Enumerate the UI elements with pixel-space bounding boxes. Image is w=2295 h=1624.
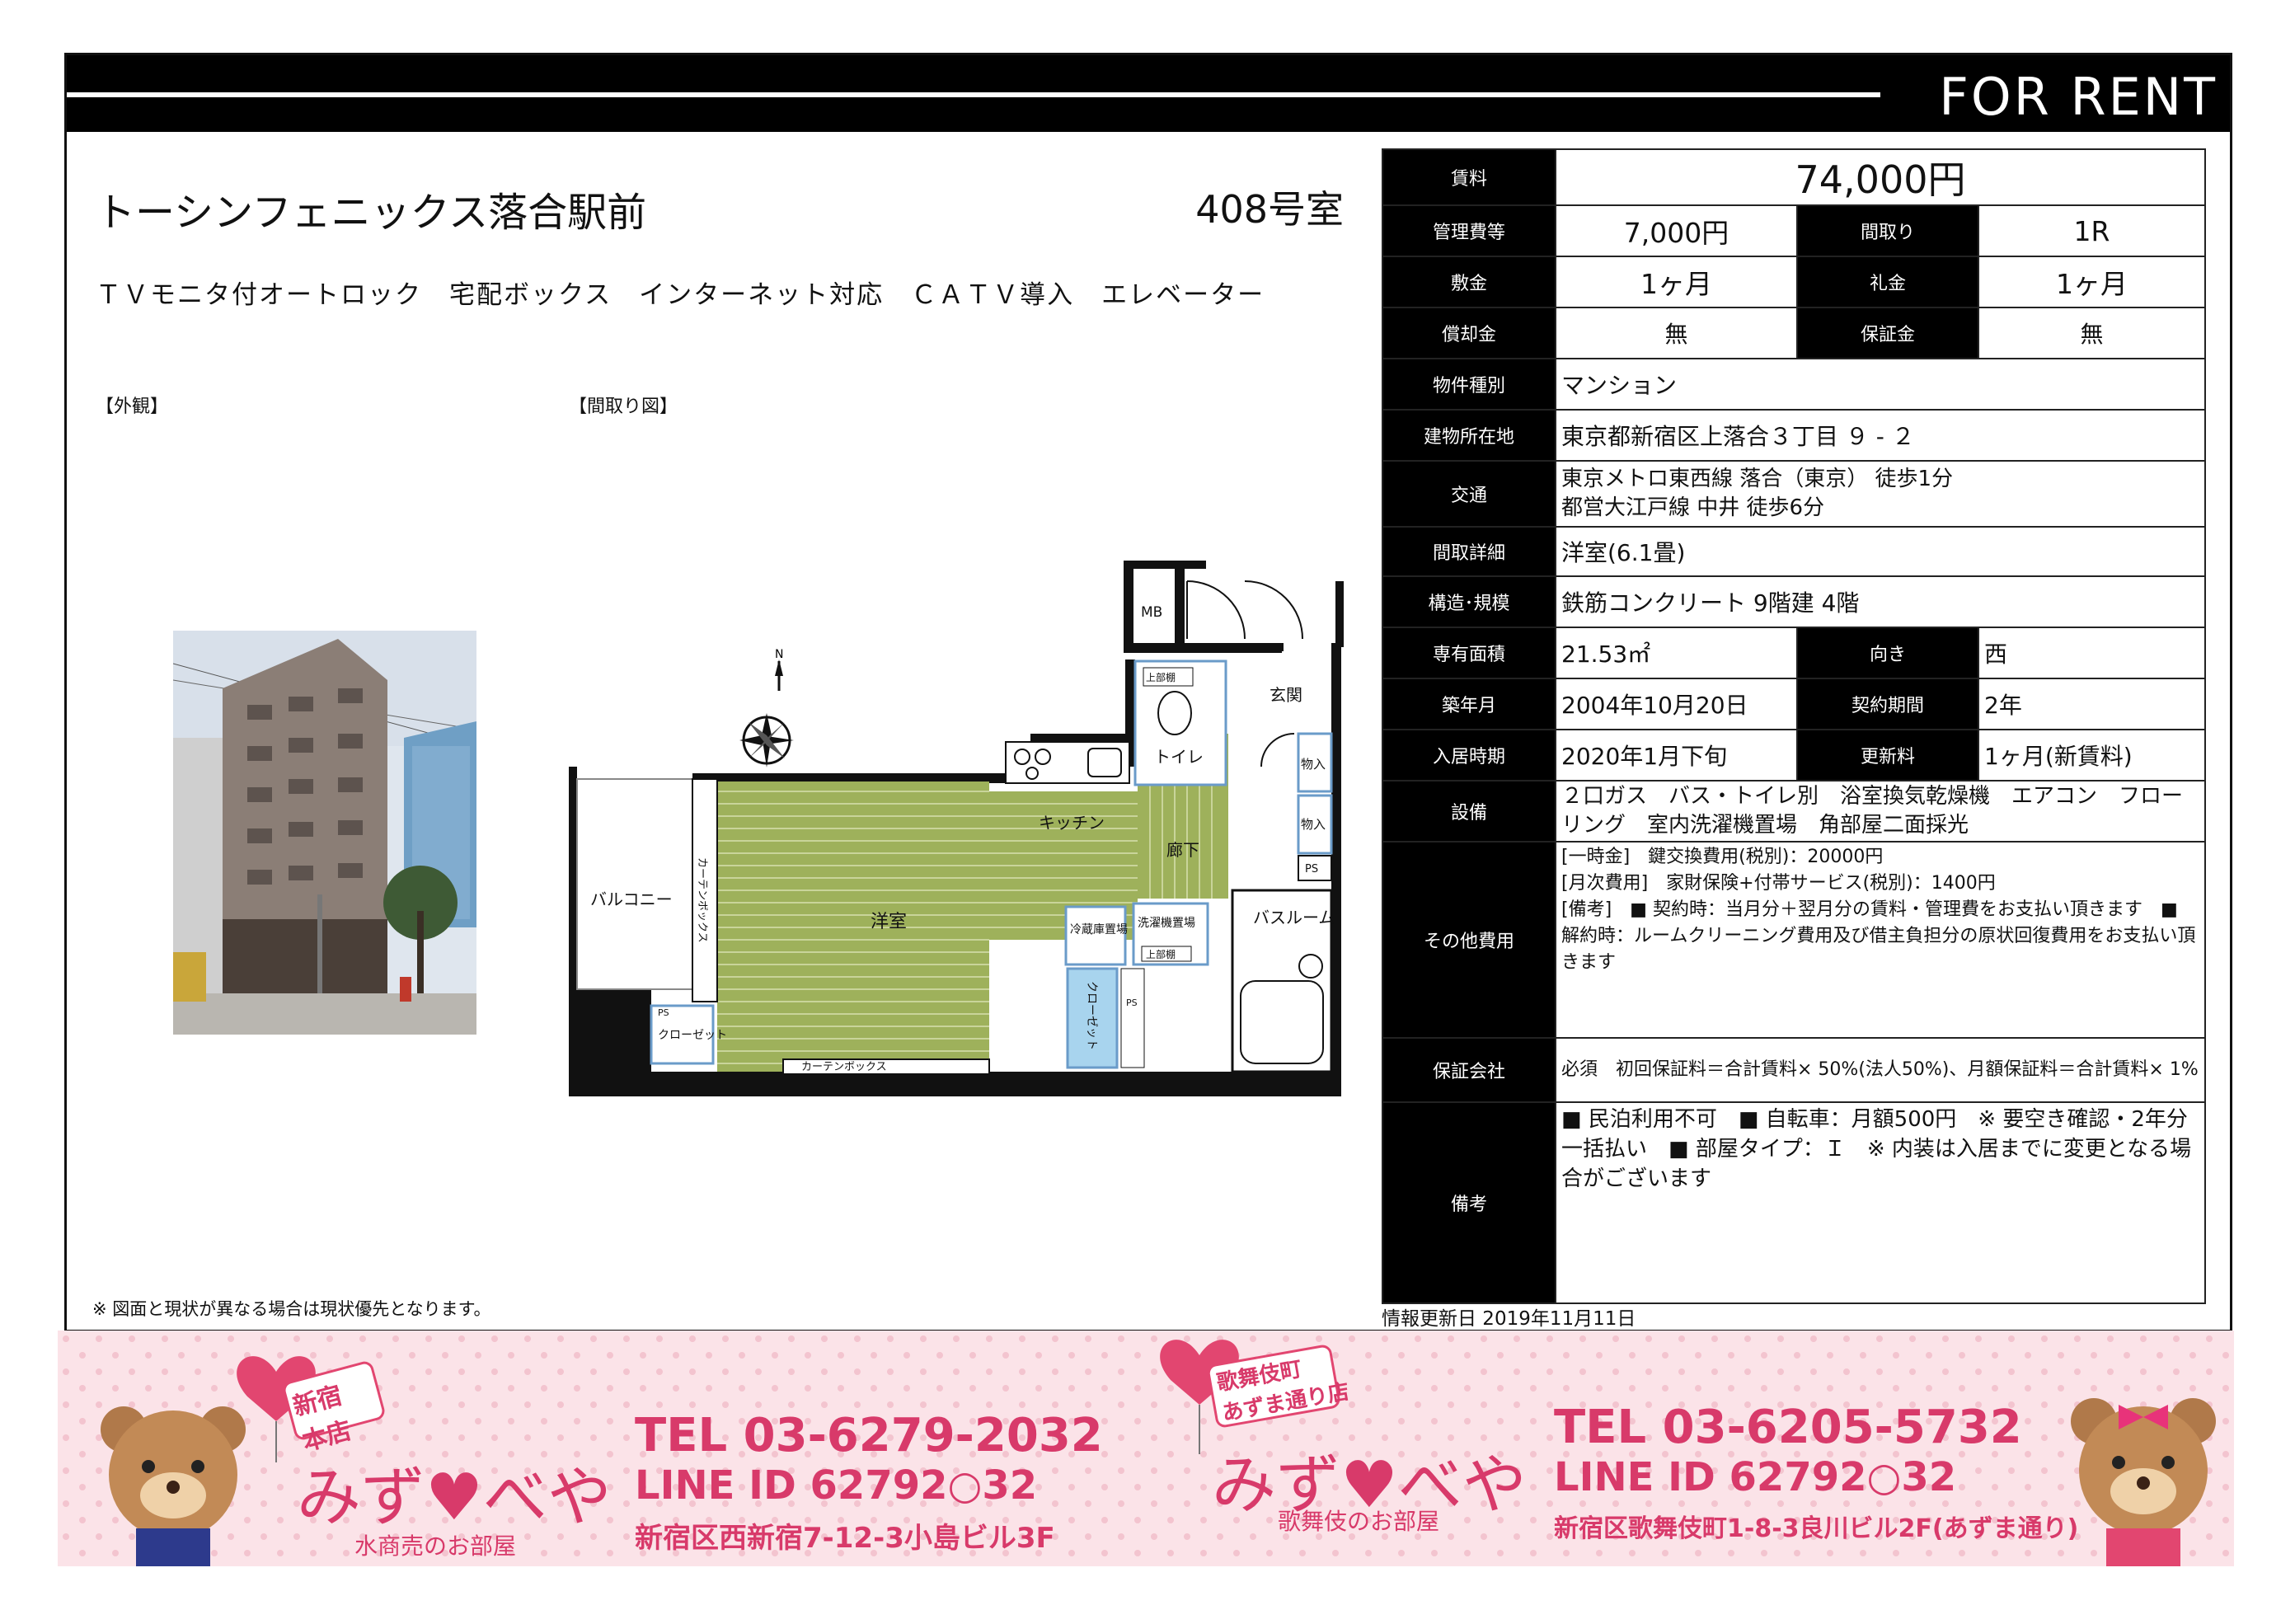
- structure-value: 鉄筋コンクリート 9階建 4階: [1555, 575, 2206, 628]
- mb-label: MB: [1141, 604, 1162, 621]
- guarantor-label: 保証会社: [1382, 1037, 1556, 1103]
- balcony-label: バルコニー: [590, 889, 673, 909]
- notes-value: ■ 民泊利用不可 ■ 自転車：月額500円 ※ 要空き確認・2年分一括払い ■ …: [1555, 1101, 2206, 1304]
- equipment-value: ２口ガス バス・トイレ別 浴室換気乾燥機 エアコン フローリング 室内洗濯機置場…: [1555, 780, 2206, 843]
- ps-label: PS: [1305, 863, 1318, 875]
- layout-label: 間取り: [1796, 204, 1979, 257]
- direction-label: 向き: [1796, 627, 1979, 679]
- renewal-fee-value: 1ヶ月(新賃料): [1978, 729, 2206, 781]
- equipment-label: 設備: [1382, 780, 1556, 843]
- deposit-label: 敷金: [1382, 256, 1556, 308]
- store1-line-id: LINE ID 62792○32: [635, 1462, 1038, 1509]
- washer-label: 洗濯機置場: [1138, 917, 1195, 930]
- guarantee-money-value: 無: [1978, 307, 2206, 359]
- hallway-label: 廊下: [1166, 840, 1199, 860]
- rent-value: 74,000円: [1555, 148, 2206, 206]
- closet-label: クローゼット: [1085, 981, 1098, 1050]
- layout-detail-value: 洋室(6.1畳): [1555, 526, 2206, 577]
- move-in-value: 2020年1月下旬: [1555, 729, 1798, 781]
- exterior-label: 【外観】: [96, 397, 169, 417]
- move-in-label: 入居時期: [1382, 729, 1556, 781]
- other-costs-line: [一時金] 鍵交換費用(税別)：20000円: [1561, 847, 1884, 867]
- property-name: トーシンフェニックス落合駅前: [96, 190, 647, 236]
- area-value: 21.53㎡: [1555, 627, 1798, 679]
- store2-subtitle: 歌舞伎のお部屋: [1278, 1508, 1440, 1535]
- transport-line: 東京メトロ東西線 落合（東京） 徒歩1分: [1561, 467, 1954, 491]
- update-date: 情報更新日 2019年11月11日: [1382, 1308, 1636, 1330]
- built-date-value: 2004年10月20日: [1555, 678, 1798, 730]
- upper-shelf-label: 上部棚: [1146, 948, 1176, 960]
- entrance-label: 玄関: [1270, 685, 1302, 705]
- exterior-photo: [173, 631, 476, 1035]
- upper-shelf-label: 上部棚: [1146, 671, 1176, 683]
- spec-table: 賃料 74,000円 管理費等 7,000円 間取り 1R 敷金 1ヶ月 礼金 …: [1382, 148, 2206, 1304]
- store2-line-id: LINE ID 62792○32: [1554, 1454, 1957, 1500]
- property-type-value: マンション: [1555, 358, 2206, 411]
- notes-label: 備考: [1382, 1101, 1556, 1304]
- amortization-label: 償却金: [1382, 307, 1556, 359]
- storage-label: 物入: [1301, 817, 1326, 832]
- header-divider: [67, 92, 1880, 97]
- closet-label: クローゼット: [658, 1029, 727, 1042]
- property-type-label: 物件種別: [1382, 358, 1556, 411]
- brand-logo: みず♥べや: [297, 1461, 612, 1535]
- for-rent-title: FOR RENT: [1939, 67, 2218, 127]
- compass-icon: N: [739, 648, 794, 767]
- transport-line: 都営大江戸線 中井 徒歩6分: [1561, 495, 1825, 520]
- store1-subtitle: 水商売のお部屋: [354, 1532, 517, 1560]
- built-date-label: 築年月: [1382, 678, 1556, 730]
- key-money-value: 1ヶ月: [1978, 256, 2206, 308]
- contract-term-label: 契約期間: [1796, 678, 1979, 730]
- other-costs-label: その他費用: [1382, 841, 1556, 1039]
- mgmt-fee-label: 管理費等: [1382, 204, 1556, 257]
- agency-banner: 新宿 本店 歌舞伎町 あずま通り店 みず♥べや 水商売のお部屋 TEL 03-627…: [58, 1331, 2234, 1566]
- room-number: 408号室: [1195, 187, 1344, 232]
- toilet-label: トイレ: [1154, 747, 1204, 767]
- amortization-value: 無: [1555, 307, 1798, 359]
- direction-value: 西: [1978, 627, 2206, 679]
- feature-list: ＴＶモニタ付オートロック 宅配ボックス インターネット対応 ＣＡＴＶ導入 エレベ…: [96, 280, 1265, 310]
- curtain-box-label: カーテンボックス: [696, 857, 708, 943]
- fridge-label: 冷蔵庫置場: [1070, 922, 1128, 936]
- western-room-label: 洋室: [871, 912, 907, 932]
- curtain-box-label: カーテンボックス: [801, 1061, 887, 1073]
- storage-label: 物入: [1301, 757, 1326, 772]
- store2-tel: TEL 03-6205-5732: [1554, 1401, 2022, 1454]
- address-label: 建物所在地: [1382, 409, 1556, 462]
- floorplan-label: 【間取り図】: [569, 397, 678, 417]
- renewal-fee-label: 更新料: [1796, 729, 1979, 781]
- svg-text:N: N: [775, 648, 783, 661]
- key-money-label: 礼金: [1796, 256, 1979, 308]
- transport-label: 交通: [1382, 460, 1556, 528]
- ps-label: PS: [1126, 997, 1138, 1008]
- floor-plan: N MB 玄関 上部棚 トイレ キッチン 廊下 物入 物入 PS バルコニー 洋…: [569, 544, 1344, 1105]
- store1-tel: TEL 03-6279-2032: [635, 1409, 1103, 1462]
- store2-address: 新宿区歌舞伎町1-8-3良川ビル2F(あずま通り): [1554, 1514, 2079, 1543]
- mgmt-fee-value: 7,000円: [1555, 204, 1798, 257]
- deposit-value: 1ヶ月: [1555, 256, 1798, 308]
- store1-address: 新宿区西新宿7-12-3小島ビル3F: [635, 1522, 1055, 1555]
- guarantor-value: 必須 初回保証料＝合計賃料× 50%(法人50%)、月額保証料＝合計賃料× 1%: [1555, 1037, 2206, 1103]
- guarantee-money-label: 保証金: [1796, 307, 1979, 359]
- kitchen-label: キッチン: [1039, 813, 1105, 833]
- layout-value: 1R: [1978, 204, 2206, 257]
- layout-detail-label: 間取詳細: [1382, 526, 1556, 577]
- other-costs-line: [備考] ■ 契約時：当月分＋翌月分の賃料・管理費をお支払い頂きます ■ 解約時…: [1561, 899, 2196, 973]
- contract-term-value: 2年: [1978, 678, 2206, 730]
- structure-label: 構造･規模: [1382, 575, 1556, 628]
- other-costs-line: [月次費用] 家財保険+付帯サービス(税別)：1400円: [1561, 873, 1996, 894]
- bathroom-label: バスルーム: [1253, 908, 1335, 927]
- area-label: 専有面積: [1382, 627, 1556, 679]
- rent-label: 賃料: [1382, 148, 1556, 206]
- disclaimer: ※ 図面と現状が異なる場合は現状優先となります。: [92, 1299, 491, 1319]
- ps-label: PS: [658, 1007, 669, 1018]
- address-value: 東京都新宿区上落合３丁目 ９ - ２: [1555, 409, 2206, 462]
